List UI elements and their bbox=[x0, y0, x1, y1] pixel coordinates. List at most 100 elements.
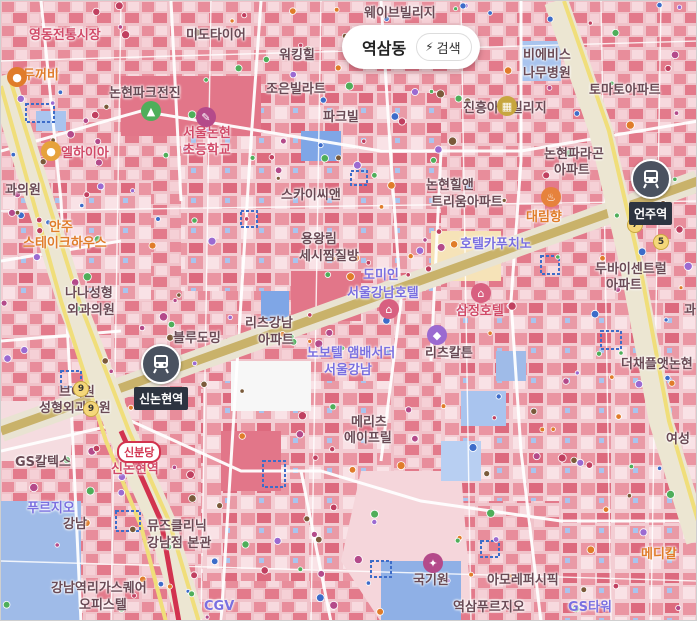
map-label-l32[interactable]: 도미인 bbox=[363, 269, 399, 282]
poi-dot bbox=[8, 208, 16, 217]
poi-dot bbox=[546, 15, 554, 23]
map-label-l29[interactable]: 아파트 bbox=[606, 279, 642, 292]
map-label-l5[interactable]: 비에비스 bbox=[523, 49, 571, 62]
line-9-badge: 9 bbox=[73, 381, 89, 397]
map-label-l58[interactable]: 역삼푸르지오 bbox=[453, 601, 525, 614]
map-label-l10[interactable]: 토마토아파트 bbox=[589, 84, 661, 97]
poi-dot bbox=[115, 1, 124, 11]
map-label-l4[interactable]: 워킹힐 bbox=[279, 49, 315, 62]
map-label-l41[interactable]: 더채플앳논현 bbox=[621, 358, 693, 371]
map-label-l27[interactable]: 호텔카푸치노 bbox=[460, 238, 532, 251]
poi-dot bbox=[200, 380, 208, 388]
map-label-l12[interactable]: 초등학교 bbox=[183, 144, 231, 157]
poi-dot bbox=[289, 70, 297, 79]
map-label-l39[interactable]: 노보텔 앰배서더 bbox=[307, 347, 395, 360]
map-label-l17[interactable]: 아파트 bbox=[554, 164, 590, 177]
hotel-icon[interactable]: ● bbox=[41, 141, 61, 161]
map-label-l37[interactable]: 리츠강남 bbox=[245, 317, 293, 330]
map-label-l22[interactable]: 안주 bbox=[49, 221, 73, 234]
map-label-l38[interactable]: 아파트 bbox=[258, 334, 294, 347]
poi-dot bbox=[570, 456, 578, 464]
poi-dot bbox=[176, 292, 182, 298]
map-label-l44[interactable]: 메리츠 bbox=[351, 416, 387, 429]
station-sinnonhyeon[interactable]: 신논현역 bbox=[134, 344, 189, 410]
poi-dot bbox=[172, 297, 178, 303]
map-label-l54[interactable]: 아모레퍼시픽 bbox=[487, 574, 559, 587]
restaurant-icon[interactable]: ♨ bbox=[541, 187, 561, 207]
map-label-l25[interactable]: 세시찜질방 bbox=[299, 250, 359, 263]
map-label-l7[interactable]: 두꺼비 bbox=[23, 69, 59, 82]
map-label-l48[interactable]: 신논현역 bbox=[111, 463, 159, 476]
map-label-l52[interactable]: 강남점 본관 bbox=[147, 537, 211, 550]
school-icon[interactable]: ✎ bbox=[196, 107, 216, 127]
poi-dot bbox=[148, 241, 157, 250]
poi-dot bbox=[365, 260, 372, 266]
landmark-icon[interactable]: ✦ bbox=[423, 553, 443, 573]
map-label-l60[interactable]: 메디칼 bbox=[641, 548, 677, 561]
map-label-l3[interactable]: 웨이브빌리지 bbox=[364, 7, 436, 20]
map-label-l50[interactable]: 강남 bbox=[63, 518, 87, 531]
map-label-l20[interactable]: 논현힐앤 bbox=[426, 179, 474, 192]
poi-dot bbox=[542, 171, 551, 180]
poi-dot bbox=[683, 261, 693, 271]
poi-dot bbox=[238, 432, 246, 440]
poi-dot bbox=[673, 110, 680, 116]
map-label-l8[interactable]: 논현파크전진 bbox=[109, 87, 181, 100]
poi-dot bbox=[317, 570, 326, 578]
poi-dot bbox=[229, 18, 235, 24]
map-label-l35[interactable]: 리츠칼튼 bbox=[425, 347, 473, 360]
map-label-l61[interactable]: 과 bbox=[684, 304, 696, 317]
map-label-l13[interactable]: 파크빌 bbox=[323, 111, 359, 124]
map-label-l33[interactable]: 서울강남호텔 bbox=[347, 287, 419, 300]
map-label-l18[interactable]: 과의원 bbox=[5, 184, 41, 197]
poi-dot bbox=[307, 338, 313, 344]
hotel-icon-2[interactable]: ⌂ bbox=[471, 283, 491, 303]
map-label-l16[interactable]: 논현파라곤 bbox=[544, 148, 604, 161]
map-label-l49[interactable]: 푸르지오 bbox=[27, 502, 75, 515]
map-label-l21[interactable]: 트리움아파트 bbox=[431, 196, 503, 209]
map-label-l45[interactable]: 에이프릴 bbox=[344, 432, 392, 445]
map-label-l47[interactable]: GS칼텍스 bbox=[15, 456, 71, 469]
poi-dot bbox=[289, 7, 297, 15]
map-label-l57[interactable]: CGV bbox=[204, 600, 234, 613]
poi-dot bbox=[33, 253, 41, 262]
search-button[interactable]: ⚡︎ 검색 bbox=[416, 33, 472, 61]
map-label-l28[interactable]: 두바이센트럴 bbox=[595, 263, 667, 276]
poi-dot bbox=[615, 413, 622, 420]
map-label-l46[interactable]: 여성 bbox=[666, 433, 690, 446]
mart-icon[interactable]: ● bbox=[7, 67, 27, 87]
map-label-l55[interactable]: 강남역리가스퀘어 bbox=[51, 582, 147, 595]
map-label-l31[interactable]: 외과의원 bbox=[67, 304, 115, 317]
map-label-l40[interactable]: 서울강남 bbox=[324, 364, 372, 377]
map-label-l19[interactable]: 엘하이아 bbox=[61, 147, 109, 160]
map-label-l23[interactable]: 스테이크하우스 bbox=[23, 237, 107, 250]
shopping-icon[interactable]: ◆ bbox=[427, 325, 447, 345]
apartment-icon[interactable]: ▦ bbox=[497, 96, 517, 116]
map-label-l6[interactable]: 나무병원 bbox=[523, 67, 571, 80]
map-label-l59[interactable]: GS타워 bbox=[568, 601, 612, 614]
map-label-l11[interactable]: 서울논현 bbox=[183, 127, 231, 140]
poi-dot bbox=[29, 482, 39, 493]
map-label-l34[interactable]: 삼정호텔 bbox=[456, 305, 504, 318]
poi-dot bbox=[459, 2, 467, 10]
park-icon[interactable]: ▲ bbox=[141, 101, 161, 121]
hotel-icon-3[interactable]: ⌂ bbox=[379, 299, 399, 319]
map-label-l53[interactable]: 국기원 bbox=[413, 574, 449, 587]
poi-dot bbox=[130, 188, 136, 194]
poi-dot bbox=[361, 138, 367, 144]
poi-dot bbox=[10, 151, 16, 158]
map-label-l1[interactable]: 영동전통시장 bbox=[29, 29, 101, 42]
map-view[interactable]: 영동전통시장 미도타이어 웨이브빌리지워킹힐 비에비스나무병원 두꺼비논현파크전진 조은빌… bbox=[0, 0, 697, 621]
map-label-l24[interactable]: 용왕림 bbox=[301, 233, 337, 246]
location-search-pill[interactable]: 역삼동 ⚡︎ 검색 bbox=[342, 25, 480, 69]
map-label-l51[interactable]: 뮤즈클리닉 bbox=[147, 520, 207, 533]
map-label-l2[interactable]: 미도타이어 bbox=[186, 29, 246, 42]
map-label-l9[interactable]: 조은빌라트 bbox=[266, 83, 326, 96]
map-label-l26[interactable]: 대림향 bbox=[526, 211, 562, 224]
map-label-l30[interactable]: 나나성형 bbox=[65, 287, 113, 300]
map-label-l15[interactable]: 스카이씨앤 bbox=[281, 189, 341, 202]
poi-dot bbox=[241, 12, 248, 19]
station-eonju[interactable]: 언주역 bbox=[629, 159, 673, 225]
map-label-l56[interactable]: 오피스텔 bbox=[79, 599, 127, 612]
map-label-l43[interactable]: 성형외과의원 bbox=[39, 402, 111, 415]
